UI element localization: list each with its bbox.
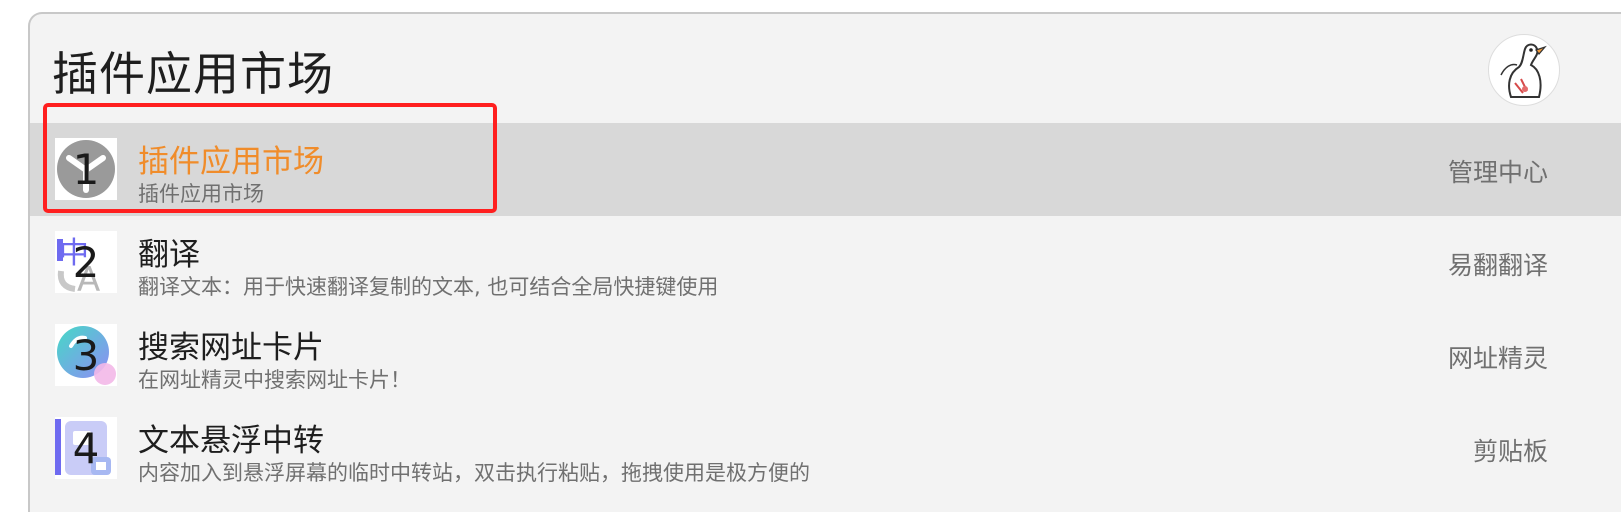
result-title: 文本悬浮中转 [138,423,324,459]
result-source: 管理中心 [1447,158,1548,187]
result-index: 3 [72,331,100,380]
result-description: 内容加入到悬浮屏幕的临时中转站，双击执行粘贴，拖拽使用是极方便的 [138,461,810,485]
result-list: 1 插件应用市场 插件应用市场 管理中心 中 A 2 翻译 翻译文本：用于快速翻… [30,123,1621,495]
result-row-translate[interactable]: 中 A 2 翻译 翻译文本：用于快速翻译复制的文本, 也可结合全局快捷键使用 易… [30,216,1621,309]
search-input[interactable]: 插件应用市场 [52,38,334,104]
result-source: 网址精灵 [1447,344,1548,373]
avatar[interactable] [1488,34,1560,106]
result-source: 易翻翻译 [1447,251,1548,280]
result-source: 剪贴板 [1472,437,1548,466]
result-description: 在网址精灵中搜索网址卡片！ [138,368,411,392]
result-row-plugin-market[interactable]: 1 插件应用市场 插件应用市场 管理中心 [30,123,1621,216]
result-row-text-float[interactable]: 4 文本悬浮中转 内容加入到悬浮屏幕的临时中转站，双击执行粘贴，拖拽使用是极方便… [30,402,1621,495]
result-title: 翻译 [138,237,200,273]
result-index: 1 [72,145,100,194]
result-description: 翻译文本：用于快速翻译复制的文本, 也可结合全局快捷键使用 [138,275,719,299]
launcher-window: 插件应用市场 1 插件应用市场 插件应用市场 管理中心 中 A 2 翻译 翻译文… [28,12,1621,512]
result-title: 搜索网址卡片 [138,330,324,366]
result-index: 4 [72,424,100,473]
result-description: 插件应用市场 [138,182,264,206]
result-row-url-search[interactable]: 3 搜索网址卡片 在网址精灵中搜索网址卡片！ 网址精灵 [30,309,1621,402]
result-title: 插件应用市场 [138,144,324,180]
goose-avatar-icon [1500,43,1547,98]
result-index: 2 [72,238,100,287]
